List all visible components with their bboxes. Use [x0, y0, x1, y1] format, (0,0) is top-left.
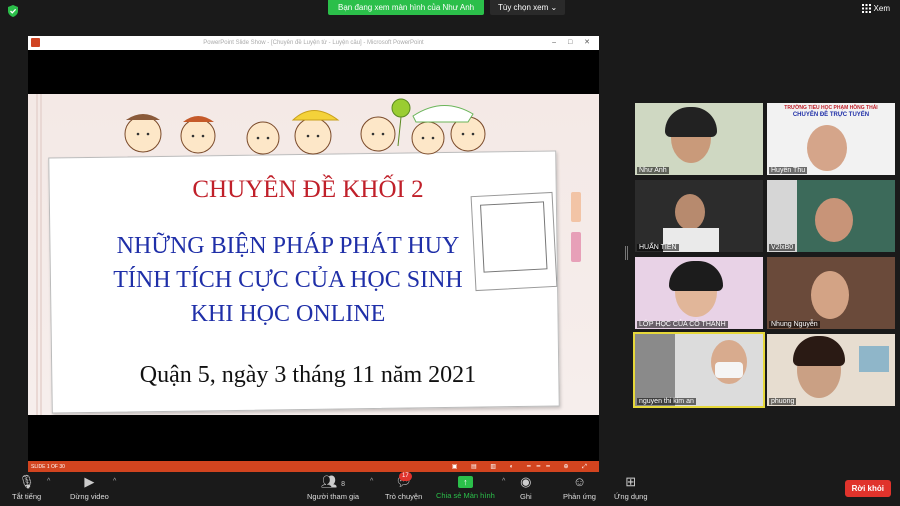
- share-screen-button[interactable]: ↑ Chia sẻ Màn hình: [436, 474, 495, 500]
- slide-stripe-decoration: [36, 94, 44, 415]
- participant-video: [815, 198, 853, 242]
- share-screen-icon: ↑: [457, 476, 473, 488]
- participant-hair: [793, 336, 845, 366]
- slide-counter: SLIDE 1 OF 30: [31, 464, 65, 470]
- grid-icon: [861, 4, 871, 13]
- chat-label: Trò chuyện: [385, 492, 423, 501]
- slide-date: Quận 5, ngày 3 tháng 11 năm 2021: [139, 362, 477, 388]
- participants-icon: 👥︎ 8: [321, 474, 346, 489]
- participant-tile[interactable]: LỚP HỌC CỦA CÔ THANH: [635, 257, 763, 329]
- microphone-icon: 🎙︎: [18, 474, 35, 489]
- ppt-window-title: PowerPoint Slide Show - [Chuyên đề Luyện…: [203, 40, 424, 46]
- participant-tile[interactable]: phuong: [767, 334, 895, 406]
- gallery-resize-handle[interactable]: [625, 246, 628, 260]
- share-options-caret[interactable]: ^: [502, 478, 505, 485]
- participant-tile[interactable]: Như Anh: [635, 103, 763, 175]
- participant-name: Như Anh: [637, 167, 669, 174]
- participants-count: 8: [341, 481, 346, 488]
- tile-background-board: [859, 346, 889, 372]
- participant-name: LỚP HỌC CỦA CÔ THANH: [637, 321, 728, 328]
- participant-name: Huyền Thu: [769, 167, 808, 174]
- tile-banner-title: CHUYÊN ĐỀ TRỰC TUYẾN: [792, 112, 870, 118]
- participants-options-caret[interactable]: ^: [370, 478, 373, 485]
- record-button[interactable]: ◉ Ghi: [520, 474, 532, 501]
- participant-name: HUẤN TIẾN: [637, 244, 679, 251]
- meeting-toolbar: 🎙︎ Tắt tiếng ^ ▶︎ Dừng video ^ 👥︎ 8 Ngườ…: [0, 472, 900, 506]
- view-options-dropdown[interactable]: Tùy chọn xem ⌄: [490, 0, 566, 15]
- participant-name: phuong: [769, 398, 797, 405]
- participant-video: [675, 194, 705, 230]
- slide-subtitle-line1: NHỮNG BIỆN PHÁP PHÁT HUY: [116, 233, 460, 259]
- participant-video: [811, 271, 849, 319]
- slide-subtitle-line3: KHI HỌC ONLINE: [190, 301, 386, 327]
- face-mask: [715, 362, 743, 378]
- audio-options-caret[interactable]: ^: [47, 478, 50, 485]
- slide: CHUYÊN ĐỀ KHỐI 2 NHỮNG BIỆN PHÁP PHÁT HU…: [28, 94, 599, 415]
- slide-subtitle-line2: TÍNH TÍCH CỰC CỦA HỌC SINH: [113, 267, 463, 293]
- participants-label: Người tham gia: [307, 492, 360, 501]
- video-options-caret[interactable]: ^: [113, 478, 116, 485]
- leave-meeting-button[interactable]: Rời khỏi: [844, 480, 891, 497]
- slide-tab-decoration: [571, 192, 581, 222]
- apps-button[interactable]: ⊞ Ứng dụng: [614, 474, 648, 501]
- slide-tab-decoration: [571, 232, 581, 262]
- slide-subtitle: NHỮNG BIỆN PHÁP PHÁT HUY TÍNH TÍCH CỰC C…: [58, 229, 518, 331]
- participant-tile[interactable]: TRƯỜNG TIỂU HỌC PHẠM HỒNG THÁI CHUYÊN ĐỀ…: [767, 103, 895, 175]
- participant-name: V2lxB0: [769, 244, 796, 251]
- tile-banner-school: TRƯỜNG TIỂU HỌC PHẠM HỒNG THÁI: [784, 105, 878, 111]
- participant-tile[interactable]: Nhung Nguyễn: [767, 257, 895, 329]
- stop-video-label: Dừng video: [70, 492, 109, 501]
- tile-background-wall: [767, 180, 797, 252]
- powerpoint-icon: [31, 38, 40, 47]
- stop-video-button[interactable]: ▶︎ Dừng video: [70, 474, 109, 501]
- window-controls: ‒ □ ✕: [552, 39, 595, 46]
- ppt-titlebar: PowerPoint Slide Show - [Chuyên đề Luyện…: [28, 36, 599, 50]
- chat-button[interactable]: 💬︎ 17 Trò chuyện: [385, 472, 423, 501]
- participant-name: nguyen thi kim an: [637, 398, 696, 405]
- participant-tile[interactable]: HUẤN TIẾN: [635, 180, 763, 252]
- mute-label: Tắt tiếng: [12, 492, 42, 501]
- participants-button[interactable]: 👥︎ 8 Người tham gia: [307, 474, 359, 501]
- participant-headphones: [669, 261, 723, 291]
- share-screen-label: Chia sẻ Màn hình: [436, 491, 495, 500]
- zoom-window: Bạn đang xem màn hình của Như Anh Tùy ch…: [0, 0, 900, 506]
- record-icon: ◉: [520, 474, 532, 489]
- mute-button[interactable]: 🎙︎ Tắt tiếng: [12, 474, 41, 501]
- apps-icon: ⊞: [625, 474, 637, 489]
- apps-label: Ứng dụng: [614, 492, 648, 501]
- participant-hair: [665, 107, 717, 137]
- reactions-label: Phản ứng: [563, 492, 596, 501]
- participant-tile[interactable]: V2lxB0: [767, 180, 895, 252]
- screen-share-banner: Bạn đang xem màn hình của Như Anh: [328, 0, 485, 15]
- participant-video: [807, 125, 847, 171]
- view-button[interactable]: Xem: [861, 4, 890, 13]
- participant-tile-active-speaker[interactable]: nguyen thi kim an: [633, 332, 765, 408]
- view-options-label: Tùy chọn xem: [498, 3, 549, 12]
- video-camera-icon: ▶︎: [84, 474, 95, 489]
- chat-unread-badge: 17: [399, 472, 412, 481]
- record-label: Ghi: [520, 492, 532, 501]
- slide-title: CHUYÊN ĐỀ KHỐI 2: [192, 176, 424, 203]
- tile-background-door: [635, 334, 675, 406]
- view-button-label: Xem: [873, 4, 890, 13]
- security-shield-icon[interactable]: [7, 5, 19, 17]
- reactions-button[interactable]: ☺︎ Phản ứng: [563, 474, 596, 501]
- chevron-down-icon: ⌄: [550, 3, 558, 12]
- participant-name: Nhung Nguyễn: [769, 321, 820, 328]
- smiley-plus-icon: ☺︎: [572, 474, 587, 489]
- children-illustration: [124, 98, 486, 155]
- shared-screen: PowerPoint Slide Show - [Chuyên đề Luyện…: [28, 36, 599, 473]
